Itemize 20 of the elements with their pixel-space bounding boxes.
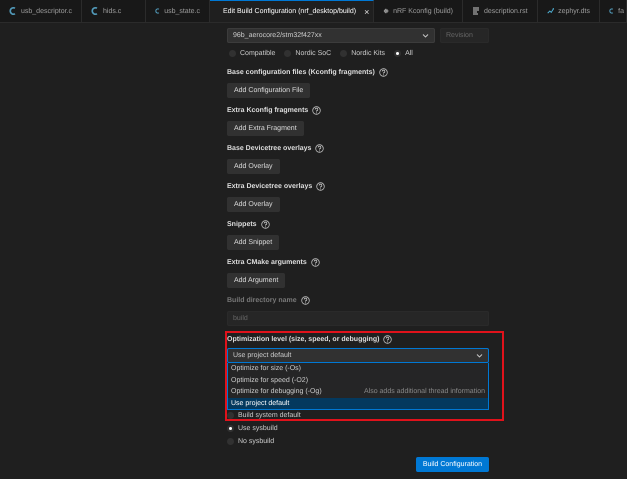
zigzag-icon: [547, 6, 554, 16]
chevron-down-icon: [422, 33, 429, 38]
text-lines-icon: [472, 6, 480, 16]
help-icon: [300, 296, 310, 304]
help-icon: [378, 68, 388, 76]
c-file-icon: [155, 6, 160, 16]
radio-button[interactable]: [227, 425, 234, 432]
chevron-down-icon: [476, 353, 483, 358]
help-icon: [316, 182, 326, 190]
c-file-icon: [91, 6, 99, 16]
c-file-icon: [9, 6, 17, 16]
help-icon: [315, 144, 324, 152]
radio-button[interactable]: [227, 412, 234, 419]
help-icon: [383, 334, 392, 344]
close-icon[interactable]: ×: [364, 6, 370, 16]
help-icon: [312, 106, 322, 114]
radio-button[interactable]: [394, 50, 402, 56]
help-icon: [260, 220, 270, 228]
gear-icon: [383, 6, 390, 16]
help-icon: [310, 258, 320, 266]
